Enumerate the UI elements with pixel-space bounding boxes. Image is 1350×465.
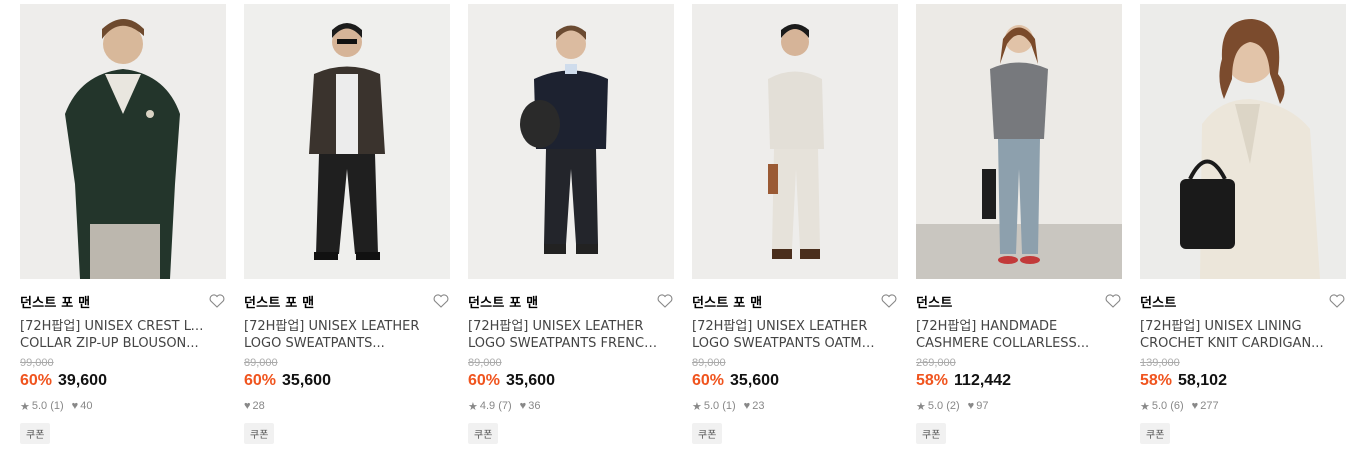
product-image[interactable] [468,4,674,279]
product-image[interactable] [20,4,226,279]
heart-filled-icon: ♥ [743,400,751,412]
discount-rate: 60% [244,372,277,389]
likes: ♥ 28 [244,400,265,412]
likes: ♥ 97 [967,400,989,412]
product-image[interactable] [1140,4,1346,279]
likes: ♥ 40 [71,400,93,412]
brand-name[interactable]: 던스트 포 맨 [468,292,538,311]
heart-icon[interactable] [880,292,898,310]
product-card[interactable]: 던스트 포 맨 [72H팝업] UNISEX LEATHER LOGO SWEA… [468,4,674,444]
star-icon: ★ [692,400,702,413]
rating: ★ 5.0 (1) [20,400,64,413]
star-icon: ★ [20,400,30,413]
original-price: 89,000 [244,357,278,369]
original-price: 99,000 [20,357,54,369]
coupon-badge: 쿠폰 [468,423,499,444]
star-icon: ★ [916,400,926,413]
star-icon: ★ [468,400,478,413]
rating: ★ 5.0 (2) [916,400,960,413]
product-image[interactable] [244,4,450,279]
heart-icon[interactable] [432,292,450,310]
product-title[interactable]: [72H팝업] UNISEX LEATHER LOGO SWEATPANTS F… [468,318,674,352]
likes: ♥ 23 [743,400,765,412]
discount-rate: 58% [1140,372,1173,389]
sale-price: 35,600 [730,372,779,389]
product-image[interactable] [692,4,898,279]
product-grid: 던스트 포 맨 [72H팝업] UNISEX CREST LOGO COLLAR… [0,0,1350,465]
coupon-badge: 쿠폰 [244,423,275,444]
likes: ♥ 277 [1191,400,1219,412]
brand-name[interactable]: 던스트 포 맨 [20,292,90,311]
product-title[interactable]: [72H팝업] UNISEX CREST LOGO COLLAR ZIP-UP … [20,318,226,352]
product-card[interactable]: 던스트 [72H팝업] HANDMADE CASHMERE COLLARLESS… [916,4,1122,444]
product-card[interactable]: 던스트 포 맨 [72H팝업] UNISEX LEATHER LOGO SWEA… [244,4,450,444]
coupon-badge: 쿠폰 [20,423,51,444]
heart-filled-icon: ♥ [1191,400,1199,412]
heart-icon[interactable] [1328,292,1346,310]
brand-name[interactable]: 던스트 포 맨 [692,292,762,311]
original-price: 89,000 [468,357,502,369]
heart-icon[interactable] [208,292,226,310]
coupon-badge: 쿠폰 [916,423,947,444]
product-title[interactable]: [72H팝업] HANDMADE CASHMERE COLLARLESS... [916,318,1122,352]
sale-price: 35,600 [282,372,331,389]
product-image[interactable] [916,4,1122,279]
heart-icon[interactable] [1104,292,1122,310]
coupon-badge: 쿠폰 [1140,423,1171,444]
product-card[interactable]: 던스트 [72H팝업] UNISEX LINING CROCHET KNIT C… [1140,4,1346,444]
sale-price: 39,600 [58,372,107,389]
heart-icon[interactable] [656,292,674,310]
discount-rate: 60% [20,372,53,389]
product-card[interactable]: 던스트 포 맨 [72H팝업] UNISEX CREST LOGO COLLAR… [20,4,226,444]
product-title[interactable]: [72H팝업] UNISEX LEATHER LOGO SWEATPANTS..… [244,318,450,352]
sale-price: 58,102 [1178,372,1227,389]
discount-rate: 60% [468,372,501,389]
brand-name[interactable]: 던스트 [916,292,952,311]
original-price: 139,000 [1140,357,1180,369]
heart-filled-icon: ♥ [71,400,79,412]
heart-filled-icon: ♥ [967,400,975,412]
discount-rate: 60% [692,372,725,389]
heart-filled-icon: ♥ [244,400,251,412]
product-title[interactable]: [72H팝업] UNISEX LINING CROCHET KNIT CARDI… [1140,318,1346,352]
original-price: 89,000 [692,357,726,369]
heart-filled-icon: ♥ [519,400,527,412]
sale-price: 35,600 [506,372,555,389]
sale-price: 112,442 [954,372,1011,389]
brand-name[interactable]: 던스트 [1140,292,1176,311]
likes: ♥ 36 [519,400,541,412]
product-card[interactable]: 던스트 포 맨 [72H팝업] UNISEX LEATHER LOGO SWEA… [692,4,898,444]
original-price: 269,000 [916,357,956,369]
brand-name[interactable]: 던스트 포 맨 [244,292,314,311]
rating: ★ 5.0 (1) [692,400,736,413]
rating: ★ 5.0 (6) [1140,400,1184,413]
product-title[interactable]: [72H팝업] UNISEX LEATHER LOGO SWEATPANTS O… [692,318,898,352]
discount-rate: 58% [916,372,949,389]
coupon-badge: 쿠폰 [692,423,723,444]
star-icon: ★ [1140,400,1150,413]
rating: ★ 4.9 (7) [468,400,512,413]
